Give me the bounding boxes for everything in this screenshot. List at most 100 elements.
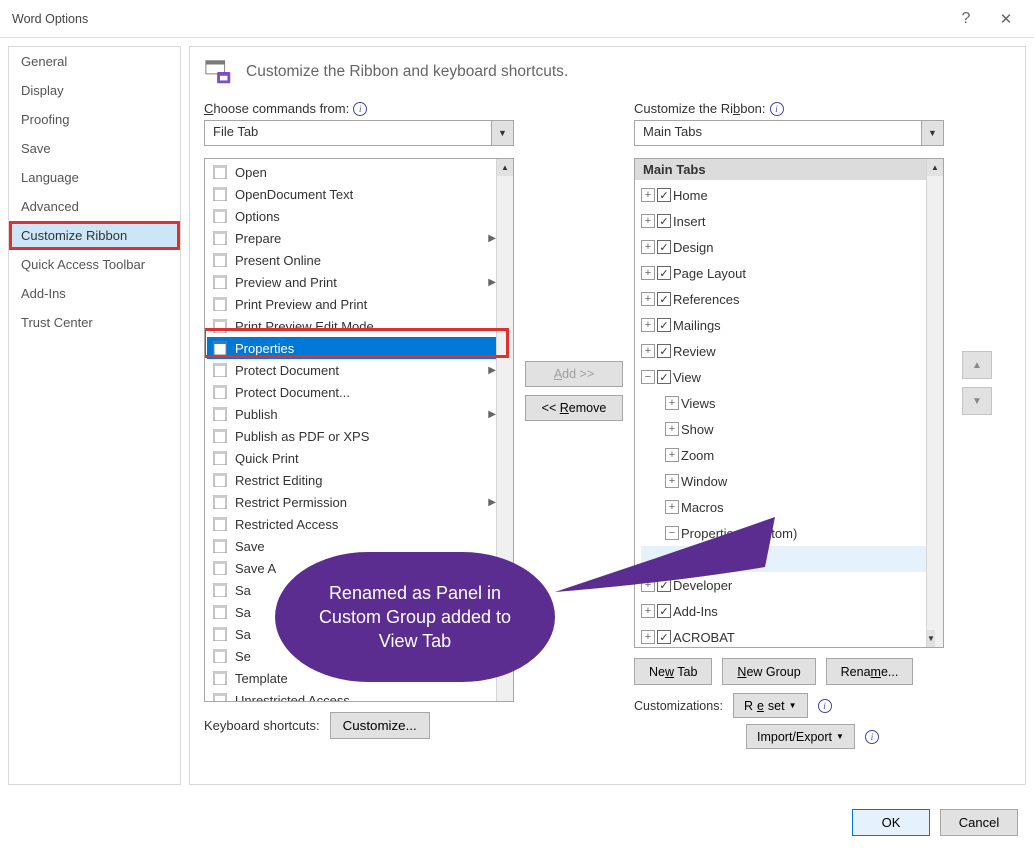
tree-tab[interactable]: − ✓ View bbox=[641, 364, 926, 390]
expand-icon[interactable]: + bbox=[641, 240, 655, 254]
tree-tab[interactable]: + ✓ Home bbox=[641, 182, 926, 208]
cancel-button[interactable]: Cancel bbox=[940, 809, 1018, 836]
customizations-label: Customizations: bbox=[634, 699, 723, 713]
command-icon bbox=[211, 429, 229, 443]
checkbox[interactable]: ✓ bbox=[657, 266, 671, 280]
sidebar-item-proofing[interactable]: Proofing bbox=[9, 105, 180, 134]
command-item[interactable]: Open bbox=[207, 161, 496, 183]
expand-icon[interactable]: + bbox=[641, 214, 655, 228]
sidebar-item-language[interactable]: Language bbox=[9, 163, 180, 192]
command-icon bbox=[211, 165, 229, 179]
ok-button[interactable]: OK bbox=[852, 809, 930, 836]
help-button[interactable]: ? bbox=[946, 0, 986, 38]
command-item[interactable]: Unrestricted Access bbox=[207, 689, 496, 702]
sidebar-item-trust-center[interactable]: Trust Center bbox=[9, 308, 180, 337]
customize-ribbon-label: Customize the Ribbon:i bbox=[634, 101, 944, 116]
reset-button[interactable]: Reset ▼ bbox=[733, 693, 808, 718]
command-item[interactable]: Publish as PDF or XPS bbox=[207, 425, 496, 447]
expand-icon[interactable]: + bbox=[641, 344, 655, 358]
expand-icon[interactable]: + bbox=[641, 266, 655, 280]
tree-group[interactable]: + Window bbox=[641, 468, 926, 494]
tree-group[interactable]: + Show bbox=[641, 416, 926, 442]
keyboard-shortcuts-label: Keyboard shortcuts: bbox=[204, 718, 320, 733]
tree-tab[interactable]: + ✓ Mailings bbox=[641, 312, 926, 338]
expand-icon[interactable]: + bbox=[665, 448, 679, 462]
customize-ribbon-combo[interactable]: Main Tabs▼ bbox=[634, 120, 944, 146]
command-item[interactable]: Protect Document... bbox=[207, 381, 496, 403]
sidebar-item-quick-access-toolbar[interactable]: Quick Access Toolbar bbox=[9, 250, 180, 279]
command-item[interactable]: Protect Document▶ bbox=[207, 359, 496, 381]
tree-tab[interactable]: + ✓ Page Layout bbox=[641, 260, 926, 286]
chevron-down-icon[interactable]: ▼ bbox=[921, 121, 943, 145]
remove-button[interactable]: << Remove bbox=[525, 395, 623, 421]
command-item[interactable]: Quick Print bbox=[207, 447, 496, 469]
checkbox[interactable]: ✓ bbox=[657, 370, 671, 384]
expand-icon[interactable]: + bbox=[641, 318, 655, 332]
move-down-button[interactable]: ▼ bbox=[962, 387, 992, 415]
command-icon bbox=[211, 693, 229, 702]
command-icon bbox=[211, 385, 229, 399]
command-item[interactable]: Restrict Editing bbox=[207, 469, 496, 491]
command-item[interactable]: Restrict Permission▶ bbox=[207, 491, 496, 513]
tree-group[interactable]: + Zoom bbox=[641, 442, 926, 468]
checkbox[interactable]: ✓ bbox=[657, 240, 671, 254]
customize-button[interactable]: Customize... bbox=[330, 712, 430, 739]
submenu-arrow-icon: ▶ bbox=[488, 277, 496, 288]
command-item[interactable]: Publish▶ bbox=[207, 403, 496, 425]
move-up-button[interactable]: ▲ bbox=[962, 351, 992, 379]
tree-tab[interactable]: + ✓ Review bbox=[641, 338, 926, 364]
chevron-down-icon[interactable]: ▼ bbox=[491, 121, 513, 145]
checkbox[interactable]: ✓ bbox=[657, 630, 671, 644]
sidebar-item-save[interactable]: Save bbox=[9, 134, 180, 163]
choose-commands-combo[interactable]: File Tab▼ bbox=[204, 120, 514, 146]
rename-button[interactable]: Rename... bbox=[826, 658, 914, 685]
expand-icon[interactable]: + bbox=[641, 630, 655, 644]
expand-icon[interactable]: − bbox=[641, 370, 655, 384]
command-icon bbox=[211, 649, 229, 663]
expand-icon[interactable]: + bbox=[641, 188, 655, 202]
info-icon[interactable]: i bbox=[353, 102, 367, 116]
submenu-arrow-icon: ▶ bbox=[488, 497, 496, 508]
sidebar-item-add-ins[interactable]: Add-Ins bbox=[9, 279, 180, 308]
checkbox[interactable]: ✓ bbox=[657, 344, 671, 358]
info-icon[interactable]: i bbox=[770, 102, 784, 116]
callout-text: Renamed as Panel in Custom Group added t… bbox=[305, 581, 525, 654]
new-group-button[interactable]: New Group bbox=[722, 658, 815, 685]
info-icon[interactable]: i bbox=[818, 699, 832, 713]
dialog-footer: OK Cancel bbox=[852, 809, 1018, 836]
checkbox[interactable]: ✓ bbox=[657, 188, 671, 202]
close-button[interactable]: ✕ bbox=[986, 0, 1026, 38]
command-item[interactable]: Print Preview and Print bbox=[207, 293, 496, 315]
sidebar-item-customize-ribbon[interactable]: Customize Ribbon bbox=[9, 221, 180, 250]
new-tab-button[interactable]: New Tab bbox=[634, 658, 712, 685]
sidebar-item-advanced[interactable]: Advanced bbox=[9, 192, 180, 221]
checkbox[interactable]: ✓ bbox=[657, 214, 671, 228]
tree-tab[interactable]: + ✓ Insert bbox=[641, 208, 926, 234]
annotation-callout: Renamed as Panel in Custom Group added t… bbox=[275, 552, 555, 682]
add-button[interactable]: Add >> bbox=[525, 361, 623, 387]
scrollbar[interactable]: ▲▼ bbox=[926, 159, 943, 647]
command-icon bbox=[211, 451, 229, 465]
import-export-button[interactable]: Import/Export ▼ bbox=[746, 724, 855, 749]
command-item[interactable]: Restricted Access bbox=[207, 513, 496, 535]
tree-group[interactable]: + Views bbox=[641, 390, 926, 416]
tree-tab[interactable]: + ✓ References bbox=[641, 286, 926, 312]
command-item[interactable]: Options bbox=[207, 205, 496, 227]
tree-tab[interactable]: + ✓ Design bbox=[641, 234, 926, 260]
command-item[interactable]: OpenDocument Text bbox=[207, 183, 496, 205]
checkbox[interactable]: ✓ bbox=[657, 292, 671, 306]
command-icon bbox=[211, 473, 229, 487]
info-icon[interactable]: i bbox=[865, 730, 879, 744]
checkbox[interactable]: ✓ bbox=[657, 318, 671, 332]
sidebar-item-display[interactable]: Display bbox=[9, 76, 180, 105]
expand-icon[interactable]: + bbox=[665, 474, 679, 488]
command-item[interactable]: Present Online bbox=[207, 249, 496, 271]
expand-icon[interactable]: + bbox=[641, 292, 655, 306]
expand-icon[interactable]: + bbox=[665, 422, 679, 436]
command-item[interactable]: Preview and Print▶ bbox=[207, 271, 496, 293]
command-item[interactable]: Prepare▶ bbox=[207, 227, 496, 249]
command-icon bbox=[211, 627, 229, 641]
title: Word Options bbox=[12, 12, 946, 26]
expand-icon[interactable]: + bbox=[665, 396, 679, 410]
sidebar-item-general[interactable]: General bbox=[9, 47, 180, 76]
